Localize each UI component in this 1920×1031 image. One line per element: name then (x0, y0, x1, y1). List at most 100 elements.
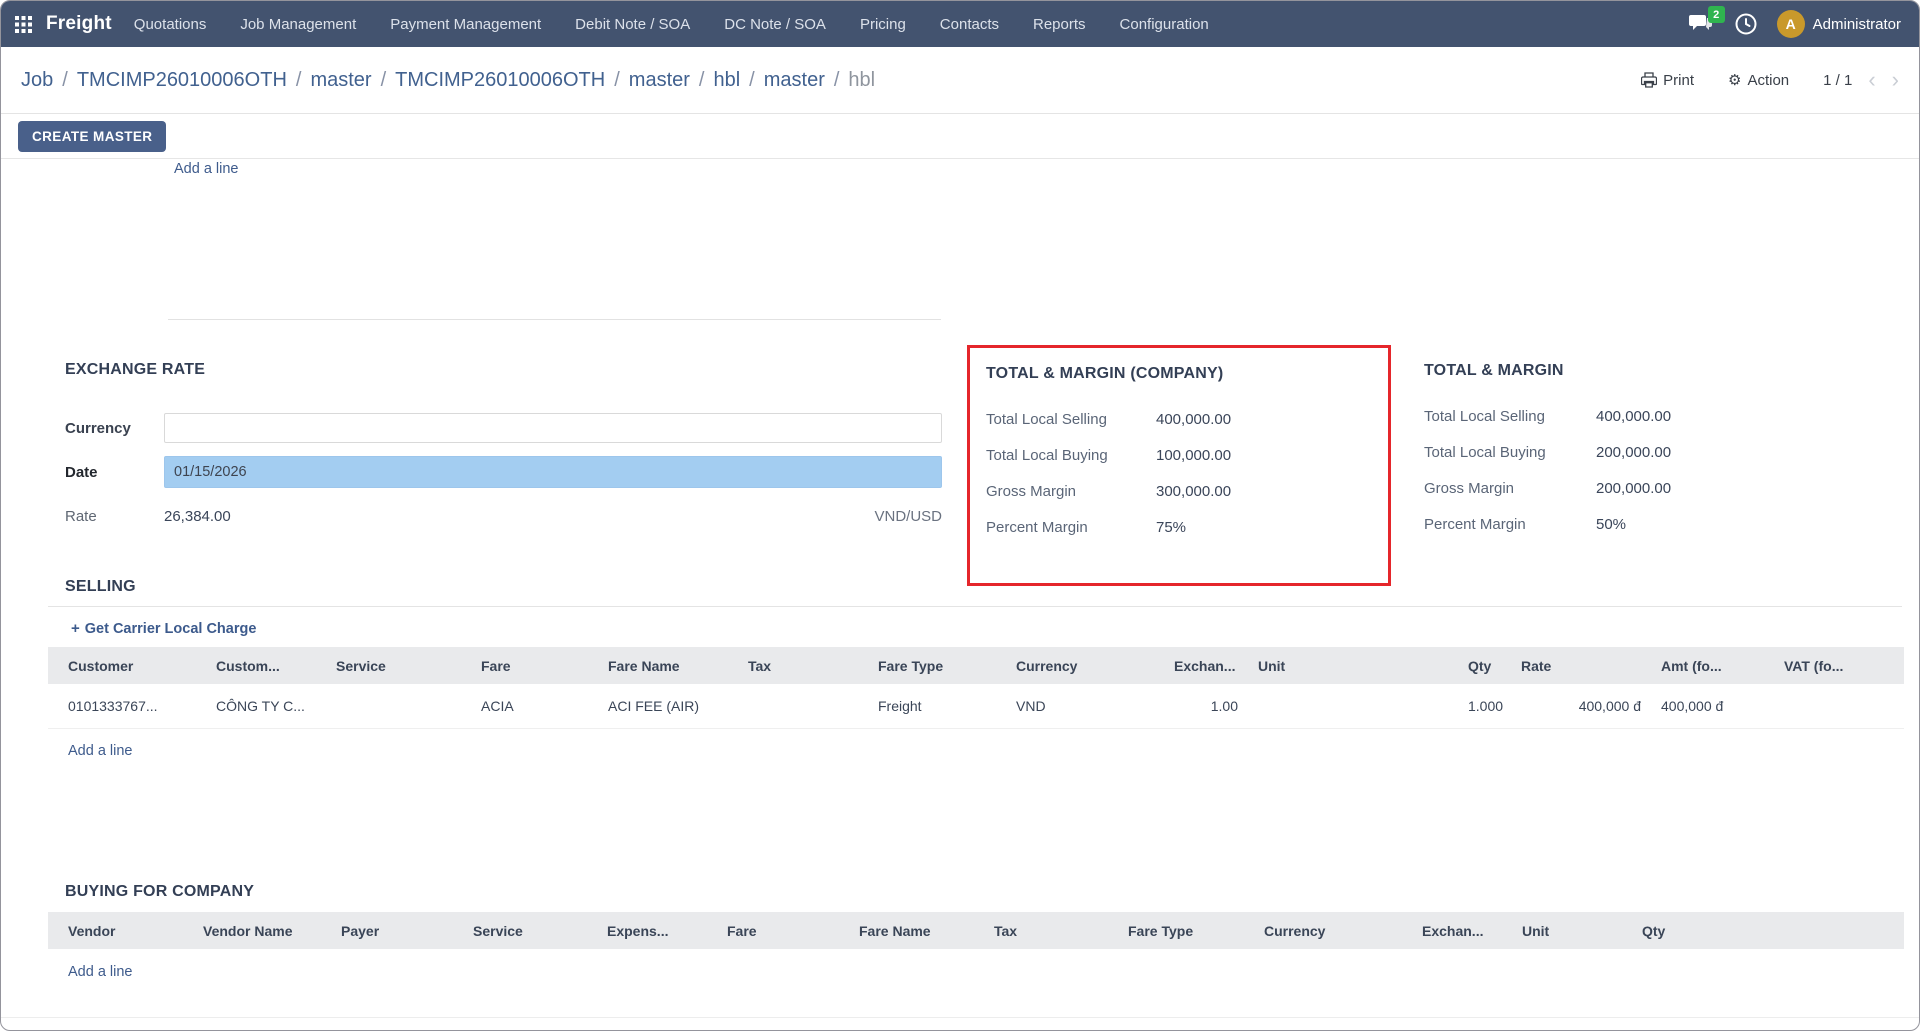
date-label: Date (65, 464, 164, 481)
print-button[interactable]: Print (1641, 72, 1694, 89)
action-button[interactable]: ⚙ Action (1728, 72, 1789, 89)
selling-header-row: Customer Custom... Service Fare Fare Nam… (48, 647, 1904, 684)
col-vendor-name[interactable]: Vendor Name (193, 912, 331, 949)
breadcrumb: Job / TMCIMP26010006OTH / master / TMCIM… (21, 69, 875, 92)
breadcrumb-master-2[interactable]: master (629, 69, 690, 92)
col-expense[interactable]: Expens... (597, 912, 717, 949)
cell-customer[interactable]: 0101333767... (48, 684, 206, 728)
col-payer[interactable]: Payer (331, 912, 463, 949)
col-currency[interactable]: Currency (1254, 912, 1412, 949)
cell-tax[interactable] (738, 684, 868, 728)
col-amt[interactable]: Amt (fo... (1651, 647, 1774, 684)
avatar: A (1777, 10, 1805, 38)
nav-item-contacts[interactable]: Contacts (940, 16, 999, 33)
top-add-line-link[interactable]: Add a line (174, 161, 239, 177)
breadcrumb-master-1[interactable]: master (310, 69, 371, 92)
app-brand[interactable]: Freight (46, 13, 112, 35)
apps-grid-icon[interactable] (15, 16, 32, 33)
cell-vat[interactable] (1774, 684, 1904, 728)
company-gross-margin-label: Gross Margin (986, 483, 1156, 500)
gross-margin-row: Gross Margin 200,000.00 (1424, 480, 1754, 497)
col-vat[interactable]: VAT (fo... (1774, 647, 1904, 684)
cell-customer-name[interactable]: CÔNG TY C... (206, 684, 326, 728)
user-menu[interactable]: A Administrator (1777, 10, 1901, 38)
company-total-selling-value: 400,000.00 (1156, 411, 1231, 428)
nav-item-quotations[interactable]: Quotations (134, 16, 207, 33)
cell-unit[interactable] (1248, 684, 1458, 728)
col-qty[interactable]: Qty (1458, 647, 1511, 684)
col-exchange[interactable]: Exchan... (1164, 647, 1248, 684)
breadcrumb-job[interactable]: Job (21, 69, 53, 92)
cell-rate[interactable]: 400,000 đ (1511, 684, 1651, 728)
percent-margin-row: Percent Margin 50% (1424, 516, 1754, 533)
company-total-buying-label: Total Local Buying (986, 447, 1156, 464)
company-percent-margin-row: Percent Margin 75% (986, 519, 1372, 536)
cell-amt[interactable]: 400,000 đ (1651, 684, 1774, 728)
col-currency[interactable]: Currency (1006, 647, 1164, 684)
col-exchange[interactable]: Exchan... (1412, 912, 1512, 949)
selling-row[interactable]: 0101333767... CÔNG TY C... ACIA ACI FEE … (48, 684, 1904, 728)
col-fare-type[interactable]: Fare Type (868, 647, 1006, 684)
col-tax[interactable]: Tax (738, 647, 868, 684)
nav-item-reports[interactable]: Reports (1033, 16, 1086, 33)
pager-prev-icon[interactable]: ‹ (1868, 69, 1875, 91)
col-fare-type[interactable]: Fare Type (1118, 912, 1254, 949)
col-rate[interactable]: Rate (1511, 647, 1651, 684)
activity-clock-button[interactable] (1735, 13, 1757, 35)
selling-add-line-link[interactable]: Add a line (68, 743, 133, 759)
col-fare-name[interactable]: Fare Name (849, 912, 984, 949)
currency-row: Currency (65, 413, 942, 443)
sheet-bottom-divider (1, 1017, 1919, 1018)
buying-title: BUYING FOR COMPANY (65, 883, 1919, 901)
date-row: Date (65, 456, 942, 488)
cell-service[interactable] (326, 684, 471, 728)
breadcrumb-current: hbl (848, 69, 875, 92)
cell-fare[interactable]: ACIA (471, 684, 598, 728)
get-carrier-local-charge-link[interactable]: + Get Carrier Local Charge (71, 620, 256, 637)
breadcrumb-master-3[interactable]: master (764, 69, 825, 92)
col-qty[interactable]: Qty (1632, 912, 1784, 949)
navbar-menu: Quotations Job Management Payment Manage… (134, 16, 1209, 33)
col-unit[interactable]: Unit (1248, 647, 1458, 684)
col-customer-name[interactable]: Custom... (206, 647, 326, 684)
grid-icon (15, 16, 32, 33)
nav-item-payment-management[interactable]: Payment Management (390, 16, 541, 33)
total-selling-label: Total Local Selling (1424, 408, 1596, 425)
cell-currency[interactable]: VND (1006, 684, 1164, 728)
create-master-button[interactable]: CREATE MASTER (18, 121, 166, 152)
col-tax[interactable]: Tax (984, 912, 1118, 949)
currency-input[interactable] (164, 413, 942, 443)
buying-add-line-link[interactable]: Add a line (68, 964, 133, 980)
col-fare[interactable]: Fare (471, 647, 598, 684)
col-fare-name[interactable]: Fare Name (598, 647, 738, 684)
col-service[interactable]: Service (463, 912, 597, 949)
cell-fare-name[interactable]: ACI FEE (AIR) (598, 684, 738, 728)
user-name: Administrator (1813, 16, 1901, 33)
pager-next-icon[interactable]: › (1892, 69, 1899, 91)
nav-item-job-management[interactable]: Job Management (240, 16, 356, 33)
nav-item-debit-note-soa[interactable]: Debit Note / SOA (575, 16, 690, 33)
messages-button[interactable]: 2 (1689, 13, 1715, 35)
action-label: Action (1747, 72, 1789, 89)
cell-qty[interactable]: 1.000 (1458, 684, 1511, 728)
breadcrumb-hbl-1[interactable]: hbl (713, 69, 740, 92)
breadcrumb-separator: / (699, 69, 705, 92)
breadcrumb-separator: / (381, 69, 387, 92)
col-service[interactable]: Service (326, 647, 471, 684)
rate-value: 26,384.00 (164, 508, 231, 525)
section-divider (168, 319, 941, 320)
col-customer[interactable]: Customer (48, 647, 206, 684)
nav-item-pricing[interactable]: Pricing (860, 16, 906, 33)
breadcrumb-job-ref-2[interactable]: TMCIMP26010006OTH (395, 69, 605, 92)
col-vendor[interactable]: Vendor (48, 912, 193, 949)
printer-icon (1641, 72, 1657, 88)
cell-fare-type[interactable]: Freight (868, 684, 1006, 728)
buying-header-row: Vendor Vendor Name Payer Service Expens.… (48, 912, 1904, 949)
cell-exchange[interactable]: 1.00 (1164, 684, 1248, 728)
nav-item-dc-note-soa[interactable]: DC Note / SOA (724, 16, 826, 33)
col-fare[interactable]: Fare (717, 912, 849, 949)
nav-item-configuration[interactable]: Configuration (1120, 16, 1209, 33)
col-unit[interactable]: Unit (1512, 912, 1632, 949)
date-input[interactable] (164, 456, 942, 488)
breadcrumb-job-ref-1[interactable]: TMCIMP26010006OTH (77, 69, 287, 92)
